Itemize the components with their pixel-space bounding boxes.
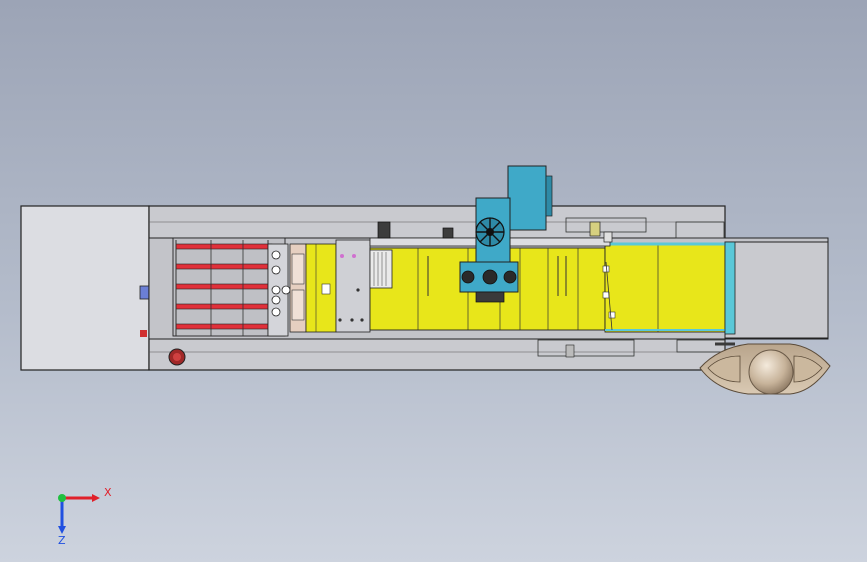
roller-drive-column xyxy=(267,243,291,337)
roller-bar xyxy=(175,243,273,250)
assembly-drawing: X Z xyxy=(20,165,831,547)
roller-bar xyxy=(175,283,273,290)
sensor-block xyxy=(377,221,391,239)
y-axis-dot xyxy=(58,494,66,502)
cad-viewport[interactable]: X Z xyxy=(0,0,867,562)
guide-section xyxy=(289,243,307,333)
belt-end-roller xyxy=(724,241,736,335)
roller-bar xyxy=(175,323,273,330)
cabinet-handle xyxy=(139,285,150,300)
infeed-conveyor xyxy=(305,243,337,333)
transfer-plate xyxy=(335,239,371,333)
motor-housing xyxy=(507,165,547,231)
roller-bar xyxy=(175,263,273,270)
roller-bar xyxy=(175,303,273,310)
outfeed-conveyor xyxy=(602,241,736,335)
control-cabinet xyxy=(20,205,150,371)
cabinet-indicator xyxy=(140,330,147,337)
mesh-guard xyxy=(369,249,393,289)
x-axis-label: X xyxy=(104,486,112,499)
coordinate-triad: X Z xyxy=(58,486,112,547)
z-axis-label: Z xyxy=(58,534,66,547)
